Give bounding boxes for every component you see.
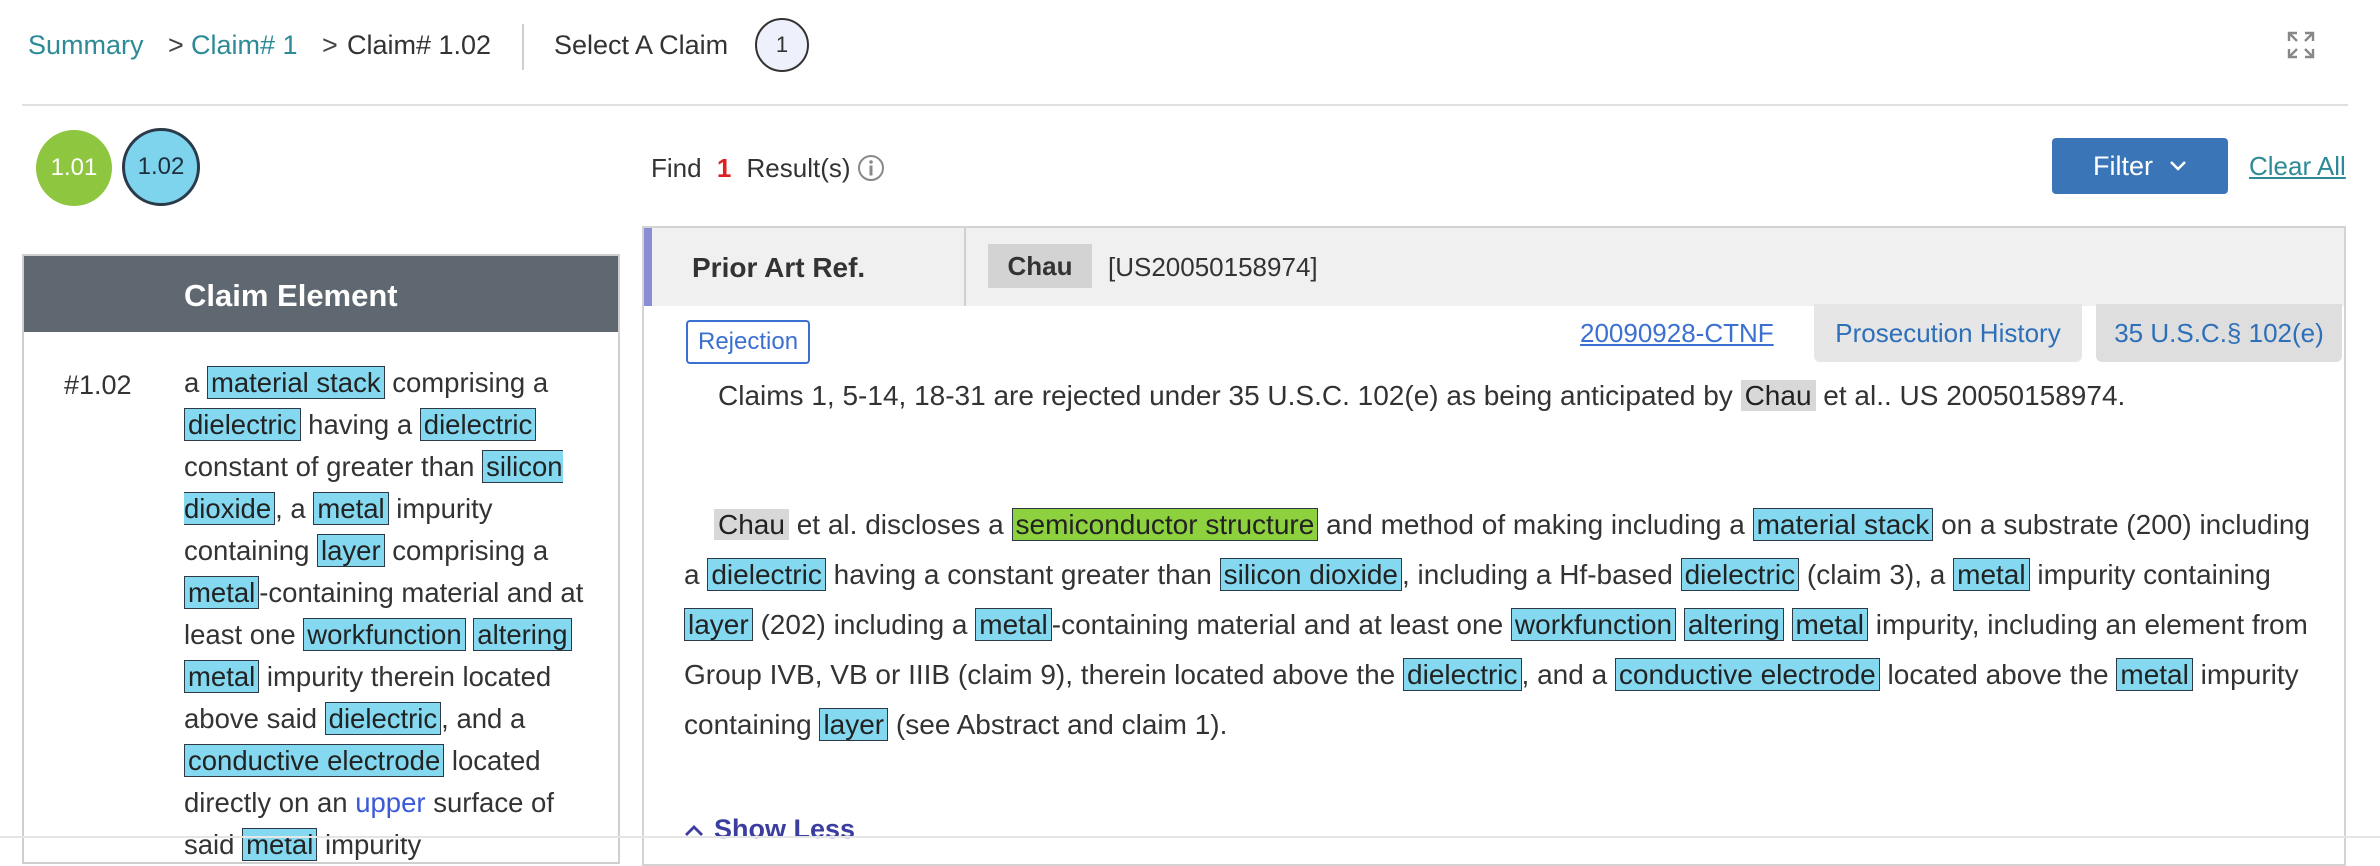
breadcrumb-claim[interactable]: Claim# 1 (191, 30, 298, 61)
breadcrumb-separator: > (322, 30, 338, 60)
text: , a (275, 493, 314, 524)
find-count: 1 (716, 153, 732, 183)
rejection-badge: Rejection (686, 320, 811, 364)
term-highlight[interactable]: altering (1683, 608, 1784, 641)
term-highlight[interactable]: metal (184, 576, 260, 609)
show-less-label: Show Less (714, 814, 856, 844)
filter-button[interactable]: Filter (2052, 138, 2228, 194)
text: constant of greater than (184, 451, 483, 482)
text: , and a (1521, 659, 1615, 690)
text (1784, 609, 1792, 640)
term-highlight[interactable]: dielectric (707, 558, 826, 591)
text: Claims 1, 5-14, 18-31 are rejected under… (718, 380, 1741, 411)
term-highlight[interactable]: workfunction (303, 618, 466, 651)
text: comprising a (384, 367, 549, 398)
breadcrumb-current: Claim# 1.02 (347, 30, 492, 60)
show-less-button[interactable]: Show Less (684, 814, 855, 845)
claim-selector-value: 1 (775, 32, 789, 57)
chevron-up-icon (685, 824, 703, 836)
term-highlight[interactable]: dielectric (419, 408, 537, 441)
term-highlight[interactable]: metal (313, 492, 389, 525)
term-highlight[interactable]: silicon dioxide (1219, 558, 1402, 591)
term-highlight[interactable]: material stack (206, 366, 385, 399)
accent-bar (644, 228, 652, 306)
text: et al. discloses a (788, 509, 1012, 540)
claim-selector[interactable]: 1 (755, 18, 809, 72)
prior-art-label: Prior Art Ref. (692, 252, 866, 283)
text: et al.. US 20050158974. (1815, 380, 2126, 411)
term-highlight[interactable]: metal (2116, 658, 2193, 691)
breadcrumb-summary[interactable]: Summary (28, 30, 144, 61)
term-highlight[interactable]: conductive electrode (184, 744, 445, 777)
text: impurity (317, 829, 422, 860)
text (1676, 609, 1684, 640)
subclaim-label: 1.02 (137, 153, 185, 180)
text: a (184, 367, 207, 398)
prior-art-panel: Prior Art Ref. Chau [US20050158974] Reje… (642, 226, 2346, 866)
term-highlight[interactable]: material stack (1752, 508, 1934, 541)
author-highlight: Chau (1740, 380, 1816, 411)
divider (964, 228, 966, 306)
text: and method of making including a (1318, 509, 1753, 540)
text: located above the (1879, 659, 2117, 690)
term-highlight[interactable]: metal (975, 608, 1052, 641)
filter-label: Filter (2093, 150, 2153, 181)
text: having a constant greater than (825, 559, 1220, 590)
text: impurity containing (2029, 559, 2271, 590)
rejection-sentence: Claims 1, 5-14, 18-31 are rejected under… (718, 380, 2125, 412)
divider (522, 24, 524, 70)
text: having a (300, 409, 420, 440)
reference-number: [US20050158974] (1108, 252, 1318, 282)
term-highlight[interactable]: metal (184, 660, 260, 693)
clear-all-link[interactable]: Clear All (2249, 151, 2346, 182)
subclaim-1-02[interactable]: 1.02 (122, 128, 200, 206)
document-link[interactable]: 20090928-CTNF (1580, 318, 1774, 349)
text: comprising a (384, 535, 549, 566)
claim-element-header: Claim Element (24, 256, 618, 332)
tab-prosecution-history[interactable]: Prosecution History (1814, 304, 2082, 362)
term-highlight[interactable]: dielectric (1680, 558, 1800, 591)
header-divider (22, 104, 2348, 106)
term-highlight[interactable]: conductive electrode (1614, 658, 1880, 691)
disclosure-paragraph: Chau et al. discloses a semiconductor st… (684, 500, 2314, 750)
term-highlight[interactable]: altering (473, 618, 572, 651)
subclaim-label: 1.01 (50, 154, 98, 181)
claim-text: a material stack comprising a dielectric… (184, 362, 609, 866)
claim-number: #1.02 (64, 370, 132, 400)
expand-icon[interactable] (2286, 30, 2316, 60)
info-icon[interactable] (856, 153, 886, 183)
chevron-down-icon (2170, 161, 2186, 171)
term-highlight[interactable]: metal (242, 828, 318, 861)
author-highlight: Chau (714, 509, 789, 540)
text: , including a Hf-based (1402, 559, 1681, 590)
tab-statute[interactable]: 35 U.S.C.§ 102(e) (2096, 304, 2342, 362)
select-claim-label: Select A Claim (554, 30, 729, 60)
term-highlight[interactable]: metal (1953, 558, 2030, 591)
author-tag: Chau (988, 244, 1092, 288)
bottom-border (0, 836, 2380, 838)
text: (202) including a (752, 609, 976, 640)
term-highlight[interactable]: layer (317, 534, 385, 567)
find-prefix: Find (651, 153, 702, 183)
text: (claim 3), a (1799, 559, 1954, 590)
breadcrumb-separator: > (168, 30, 184, 60)
term-highlight[interactable]: dielectric (324, 702, 442, 735)
subclaim-1-01[interactable]: 1.01 (36, 130, 112, 206)
prior-art-header: Prior Art Ref. Chau [US20050158974] (652, 228, 2344, 306)
term-highlight[interactable]: workfunction (1510, 608, 1677, 641)
term-highlight[interactable]: layer (819, 708, 889, 741)
find-results: Find 1 Result(s) (651, 153, 851, 184)
text: -containing material and at least one (1051, 609, 1511, 640)
text: (see Abstract and claim 1). (888, 709, 1228, 740)
term-highlight[interactable]: metal (1791, 608, 1868, 641)
claim-element-panel: Claim Element #1.02 a material stack com… (22, 254, 620, 864)
text: , and a (441, 703, 526, 734)
term-highlight-primary[interactable]: semiconductor structure (1011, 508, 1319, 541)
term-highlight[interactable]: dielectric (1403, 658, 1522, 691)
term-link[interactable]: upper (355, 787, 425, 818)
term-highlight[interactable]: dielectric (184, 408, 301, 441)
term-highlight[interactable]: layer (684, 608, 753, 641)
find-suffix: Result(s) (746, 153, 851, 183)
